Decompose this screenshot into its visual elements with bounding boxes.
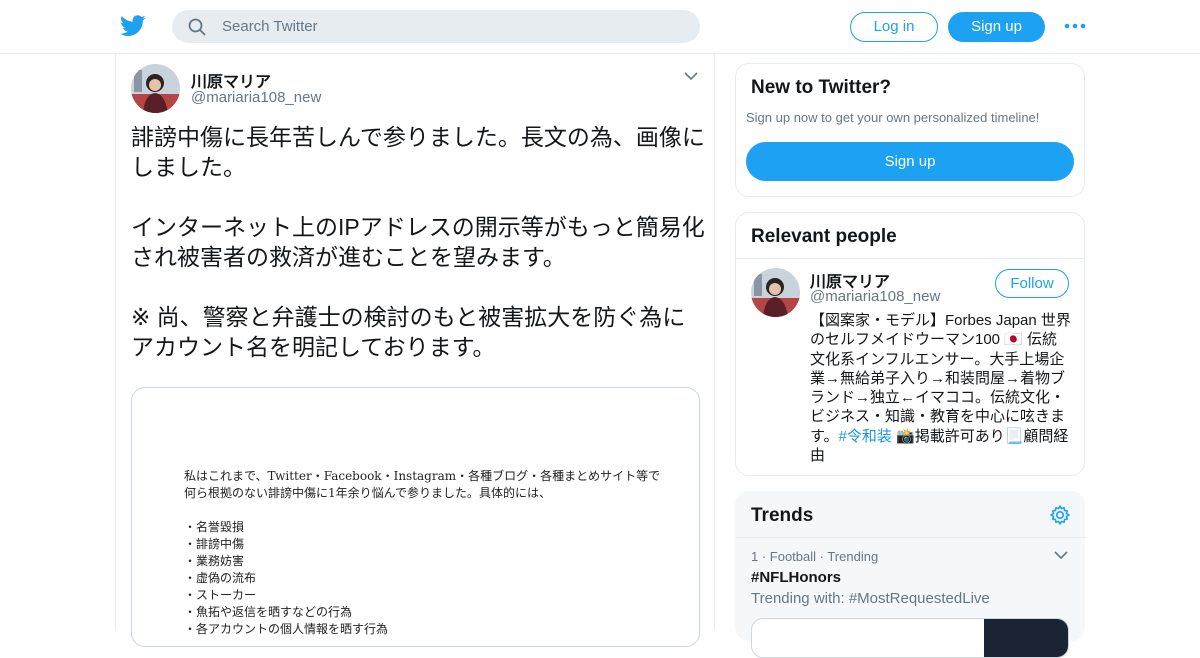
more-options-icon[interactable]: [1064, 18, 1086, 34]
sidebar-signup-button[interactable]: Sign up: [746, 142, 1074, 181]
tweet-paragraph: ※ 尚、警察と弁護士の検討のもと被害拡大を防ぐ為にアカウント名を明記しております…: [131, 304, 686, 360]
chevron-down-icon[interactable]: [1054, 550, 1068, 560]
follow-button[interactable]: Follow: [995, 269, 1069, 298]
document-list-item: ・名誉毀損: [184, 520, 245, 534]
tweet-paragraph: [131, 272, 706, 302]
author-avatar[interactable]: [131, 64, 180, 113]
card-title: Trends: [751, 505, 814, 526]
trend-related: Trending with: #MostRequestedLive: [751, 590, 990, 607]
divider: [736, 537, 1086, 538]
avatar-image: [751, 268, 800, 317]
chevron-down-icon[interactable]: [684, 71, 698, 81]
document-list-item: ・虚偽の流布: [184, 571, 257, 585]
tweet-paragraph: インターネット上のIPアドレスの開示等がもっと簡易化され被害者の救済が進むことを…: [131, 214, 705, 270]
hashtag-link[interactable]: #令和装: [839, 428, 892, 445]
divider: [736, 258, 1084, 259]
tweet-detail: 川原マリア @mariaria108_new 誹謗中傷に長年苦しんで参りました。…: [115, 54, 715, 647]
login-button[interactable]: Log in: [850, 12, 938, 42]
new-to-twitter-card: New to Twitter? Sign up now to get your …: [735, 63, 1085, 197]
person-handle[interactable]: @mariaria108_new: [810, 288, 940, 305]
twitter-bird-icon[interactable]: [120, 14, 146, 38]
trend-name[interactable]: #NFLHonors: [751, 569, 841, 586]
document-intro: 私はこれまで、Twitter・Facebook・Instagram・各種ブログ・…: [184, 469, 661, 500]
card-subtitle: Sign up now to get your own personalized…: [746, 110, 1040, 125]
card-title: New to Twitter?: [751, 77, 892, 98]
trends-card: Trends 1 · Football · Trending #NFLHonor…: [735, 491, 1086, 658]
tweet-media-image[interactable]: 私はこれまで、Twitter・Facebook・Instagram・各種ブログ・…: [131, 387, 700, 647]
search-bar[interactable]: [172, 10, 700, 43]
document-list-item: ・魚拓や返信を晒すなどの行為: [184, 605, 353, 619]
author-handle[interactable]: @mariaria108_new: [191, 89, 321, 106]
document-list-item: ・業務妨害: [184, 554, 245, 568]
relevant-people-card: Relevant people 川原マリア @mariaria108_new F…: [735, 212, 1085, 476]
tweet-paragraph: 誹謗中傷に長年苦しんで参りました。長文の為、画像にしました。: [131, 124, 705, 180]
statement-document: 私はこれまで、Twitter・Facebook・Instagram・各種ブログ・…: [184, 468, 664, 638]
signup-button[interactable]: Sign up: [948, 12, 1045, 42]
tweet-text: 誹謗中傷に長年苦しんで参りました。長文の為、画像にしました。 インターネット上の…: [131, 122, 706, 362]
card-title: Relevant people: [751, 226, 897, 247]
trend-preview-card[interactable]: [751, 618, 1069, 658]
tweet-paragraph: [131, 182, 706, 212]
search-input[interactable]: [222, 10, 682, 43]
top-navigation-bar: Log in Sign up: [0, 0, 1200, 54]
trend-meta: 1 · Football · Trending: [751, 549, 879, 564]
bio-text: 【図案家・モデル】Forbes Japan 世界のセルフメイドウーマン100 🇯…: [810, 312, 1071, 445]
gear-icon[interactable]: [1049, 504, 1071, 526]
search-icon: [188, 18, 206, 36]
avatar-image: [131, 64, 180, 113]
person-bio: 【図案家・モデル】Forbes Japan 世界のセルフメイドウーマン100 🇯…: [810, 311, 1072, 465]
trend-preview-thumbnail: [984, 619, 1068, 657]
person-avatar[interactable]: [751, 268, 800, 317]
document-list-item: ・誹謗中傷: [184, 537, 245, 551]
document-list-item: ・ストーカー: [184, 588, 257, 602]
